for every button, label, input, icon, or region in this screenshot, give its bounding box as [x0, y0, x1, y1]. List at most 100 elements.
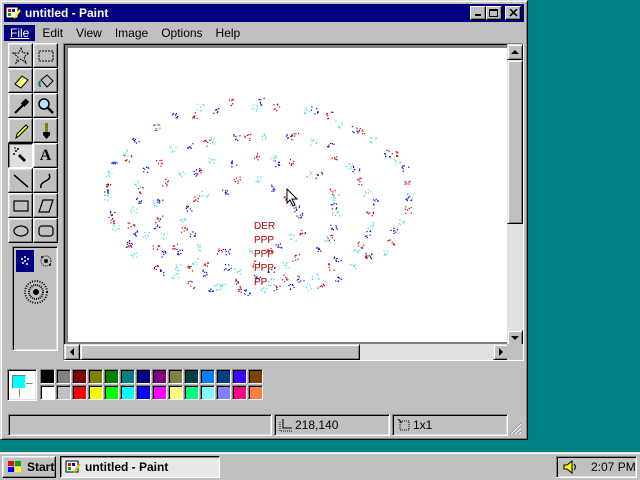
windows-logo-icon	[8, 461, 21, 472]
tool-ellipse[interactable]	[8, 218, 33, 243]
color-swatch[interactable]	[216, 369, 231, 384]
spray-large-icon	[24, 280, 48, 304]
vertical-scrollbar[interactable]	[507, 44, 523, 346]
tool-text[interactable]: A	[33, 143, 58, 168]
resize-grip-icon[interactable]	[508, 421, 522, 435]
color-swatch[interactable]	[152, 369, 167, 384]
menu-help[interactable]: Help	[210, 25, 247, 41]
start-label: Start	[27, 460, 55, 474]
mouse-cursor-icon	[286, 188, 299, 207]
color-swatch[interactable]	[104, 369, 119, 384]
color-swatch[interactable]	[232, 385, 247, 400]
status-bar: 218,140 1x1	[4, 411, 524, 437]
horizontal-scroll-thumb[interactable]	[80, 344, 360, 360]
menu-help-label: Help	[215, 25, 241, 40]
color-swatch[interactable]	[88, 385, 103, 400]
tool-brush[interactable]	[33, 118, 58, 143]
coords-value: 218,140	[295, 418, 339, 432]
tool-rectangle[interactable]	[8, 193, 33, 218]
color-swatch[interactable]	[72, 385, 87, 400]
color-swatch[interactable]	[184, 369, 199, 384]
color-swatch[interactable]	[168, 369, 183, 384]
color-swatch[interactable]	[200, 369, 215, 384]
rectangle-icon	[12, 199, 29, 212]
tool-rounded-rect[interactable]	[33, 218, 58, 243]
menu-options-label: Options	[161, 25, 203, 40]
canvas-text-line: PPP	[254, 249, 275, 260]
drawing-canvas[interactable]: DER PPP PPP PPP PP	[68, 48, 508, 342]
tool-pencil[interactable]	[8, 118, 33, 143]
status-selection-size: 1x1	[392, 414, 508, 436]
airbrush-size-small[interactable]	[16, 250, 34, 272]
tool-airbrush[interactable]	[8, 143, 33, 168]
volume-icon[interactable]	[563, 460, 579, 474]
color-swatch[interactable]	[120, 385, 135, 400]
color-swatch[interactable]	[200, 385, 215, 400]
airbrush-size-large[interactable]	[21, 277, 51, 307]
taskbar-button-paint[interactable]: untitled - Paint	[60, 456, 220, 478]
airbrush-size-options	[12, 246, 58, 351]
menu-image[interactable]: Image	[109, 25, 154, 41]
tool-curve[interactable]	[33, 168, 58, 193]
color-swatch[interactable]	[216, 385, 231, 400]
title-bar[interactable]: untitled - Paint	[4, 4, 524, 22]
color-palette	[4, 363, 524, 407]
color-swatch[interactable]	[248, 385, 263, 400]
scroll-left-button[interactable]	[64, 344, 80, 360]
color-swatch[interactable]	[104, 385, 119, 400]
tool-rect-select[interactable]	[33, 43, 58, 68]
fill-bucket-icon	[37, 73, 54, 88]
taskbar-task-label: untitled - Paint	[85, 460, 169, 474]
minimize-button[interactable]	[470, 6, 486, 20]
menu-view-label: View	[76, 25, 102, 40]
color-swatch[interactable]	[152, 385, 167, 400]
menu-edit[interactable]: Edit	[36, 25, 69, 41]
tool-eraser[interactable]	[8, 68, 33, 93]
horizontal-scrollbar[interactable]	[64, 344, 509, 360]
color-swatch[interactable]	[168, 385, 183, 400]
menu-options[interactable]: Options	[155, 25, 208, 41]
tool-line[interactable]	[8, 168, 33, 193]
canvas-text-line: PPP	[254, 263, 275, 274]
start-button[interactable]: Start	[2, 456, 56, 478]
color-swatch[interactable]	[40, 369, 55, 384]
canvas-text-line: DER	[254, 221, 276, 232]
color-swatch[interactable]	[136, 369, 151, 384]
scroll-up-button[interactable]	[507, 44, 523, 60]
tool-magnifier[interactable]	[33, 93, 58, 118]
maximize-button[interactable]	[486, 6, 502, 20]
tool-polygon[interactable]	[33, 193, 58, 218]
color-swatch[interactable]	[72, 369, 87, 384]
paint-app-icon[interactable]	[5, 5, 21, 21]
color-swatch[interactable]	[40, 385, 55, 400]
menu-file[interactable]: File	[4, 24, 36, 41]
color-swatch[interactable]	[136, 385, 151, 400]
vertical-scroll-thumb[interactable]	[507, 60, 523, 224]
magnifier-icon	[37, 97, 54, 114]
airbrush-size-medium[interactable]	[37, 250, 55, 272]
clock[interactable]: 2:07 PM	[591, 460, 636, 474]
current-colors[interactable]	[7, 369, 37, 401]
color-swatch[interactable]	[120, 369, 135, 384]
close-button[interactable]	[505, 6, 521, 20]
color-swatch[interactable]	[184, 385, 199, 400]
brush-icon	[42, 122, 50, 139]
tool-free-form-select[interactable]	[8, 43, 33, 68]
tool-fill[interactable]	[33, 68, 58, 93]
status-coordinates: 218,140	[274, 414, 390, 436]
menu-edit-label: Edit	[42, 25, 64, 40]
canvas-text-line: PP	[254, 277, 268, 288]
color-swatch[interactable]	[248, 369, 263, 384]
arrow-up-icon	[511, 49, 519, 54]
color-swatch[interactable]	[232, 369, 247, 384]
color-swatch[interactable]	[56, 369, 71, 384]
color-swatch[interactable]	[56, 385, 71, 400]
arrow-left-icon	[69, 348, 74, 356]
foreground-color[interactable]	[12, 375, 26, 389]
menu-view[interactable]: View	[70, 25, 108, 41]
size-value: 1x1	[413, 418, 433, 432]
tool-pick-color[interactable]	[8, 93, 33, 118]
color-swatch[interactable]	[88, 369, 103, 384]
menu-image-label: Image	[114, 25, 149, 40]
menu-bar: File Edit View Image Options Help	[4, 23, 524, 42]
